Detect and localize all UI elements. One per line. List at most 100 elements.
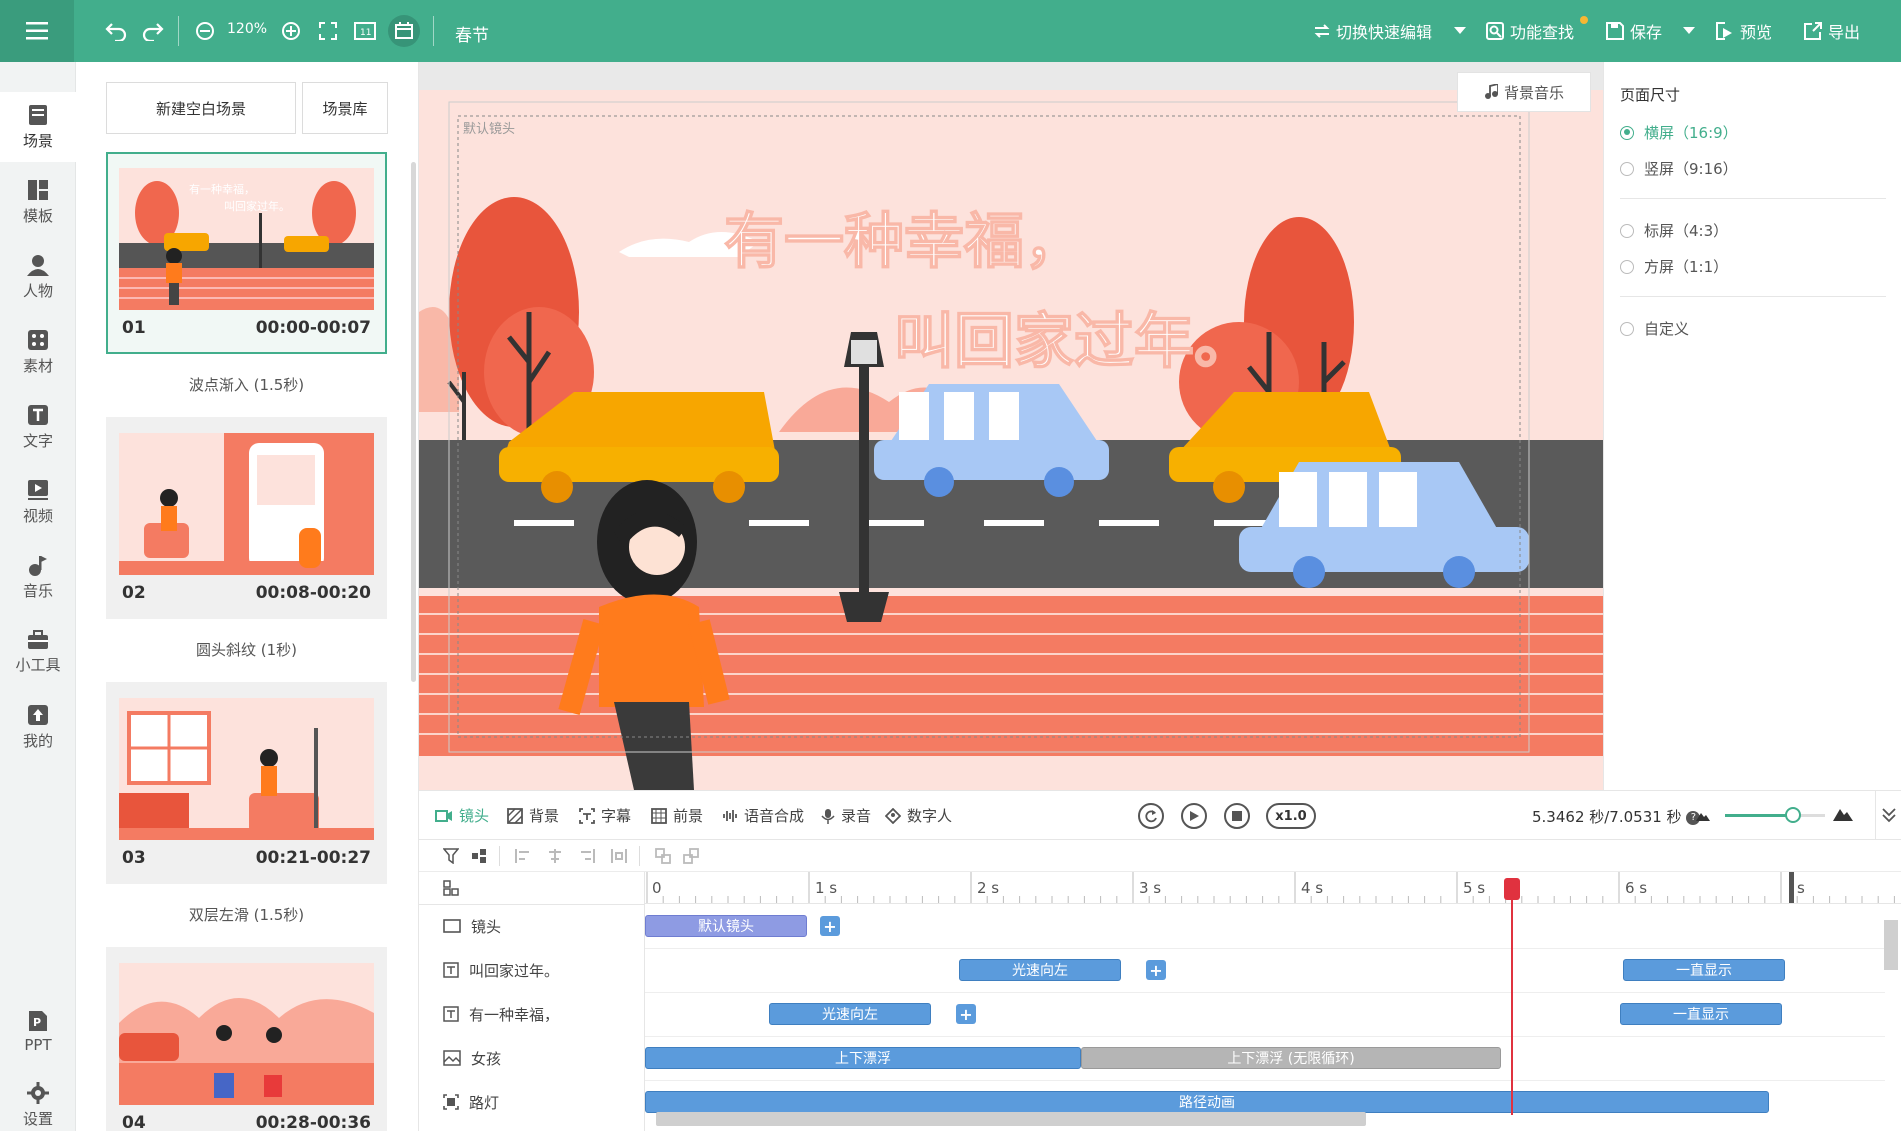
- group-icon[interactable]: [471, 848, 487, 868]
- tab-foreground[interactable]: 前景: [651, 805, 703, 826]
- page-size-option-portrait[interactable]: 竖屏（9:16）: [1620, 158, 1738, 179]
- fullscreen-icon[interactable]: [316, 19, 340, 43]
- track-name-text: 镜头: [471, 917, 502, 936]
- scene-transition-2[interactable]: 圆头斜纹 (1秒): [106, 639, 387, 660]
- zoom-slider-handle[interactable]: [1785, 807, 1801, 823]
- align-center-icon[interactable]: [547, 848, 563, 868]
- scene-transition-1[interactable]: 波点渐入 (1.5秒): [106, 374, 387, 395]
- zoom-out-icon[interactable]: [193, 19, 217, 43]
- zoom-in-mountain-icon[interactable]: [1833, 805, 1853, 825]
- playhead[interactable]: [1511, 878, 1513, 1115]
- redo-icon[interactable]: [141, 19, 165, 43]
- svg-text:有一种幸福，: 有一种幸福，: [189, 182, 255, 196]
- add-camera-keyframe-button[interactable]: +: [820, 916, 840, 936]
- replay-button[interactable]: [1138, 803, 1164, 829]
- title-line-2[interactable]: 叫回家过年。: [893, 306, 1255, 378]
- svg-text:11: 11: [360, 28, 371, 38]
- timeline-ruler[interactable]: 0 1 s 2 s 3 s 4 s 5 s 6 s s: [645, 872, 1901, 904]
- tab-camera[interactable]: 镜头: [435, 805, 489, 826]
- clip-text2-display[interactable]: 一直显示: [1620, 1003, 1782, 1025]
- add-text2-animation-button[interactable]: +: [956, 1004, 976, 1024]
- playback-speed-button[interactable]: x1.0: [1266, 803, 1316, 829]
- track-label-camera[interactable]: 镜头: [443, 904, 501, 948]
- chevron-down-icon[interactable]: [1448, 19, 1472, 43]
- end-marker[interactable]: [1789, 872, 1794, 903]
- timeline-horizontal-scrollbar[interactable]: [656, 1112, 1366, 1126]
- clip-girl-float-loop[interactable]: 上下漂浮 (无限循环): [1081, 1047, 1501, 1069]
- ruler-icon[interactable]: [388, 15, 420, 47]
- sidebar-item-settings[interactable]: 设置: [0, 1070, 76, 1140]
- page-size-option-square[interactable]: 方屏（1:1）: [1620, 256, 1728, 277]
- zoom-out-mountain-icon[interactable]: [1696, 809, 1710, 825]
- feature-search-button[interactable]: 功能查找: [1486, 18, 1574, 44]
- save-options-chevron-icon[interactable]: [1677, 19, 1701, 43]
- background-music-button[interactable]: 背景音乐: [1457, 72, 1591, 112]
- menu-button[interactable]: [0, 0, 74, 62]
- foreground-icon: [651, 807, 667, 824]
- ruler-label: s: [1797, 879, 1805, 897]
- scene-card-3[interactable]: 03 00:21-00:27: [106, 682, 387, 884]
- distribute-icon[interactable]: [611, 848, 627, 868]
- tab-background[interactable]: 背景: [507, 805, 559, 826]
- preview-button[interactable]: 预览: [1716, 18, 1772, 44]
- ruler-label: 5 s: [1463, 879, 1486, 897]
- scene-canvas[interactable]: 有一种幸福， 叫回家过年。: [419, 62, 1603, 790]
- save-button[interactable]: 保存: [1606, 18, 1662, 44]
- filter-icon[interactable]: [442, 848, 460, 868]
- sidebar-item-text[interactable]: 文字: [0, 392, 76, 462]
- align-right-icon[interactable]: [579, 848, 595, 868]
- clip-text1-enter[interactable]: 光速向左: [959, 959, 1121, 981]
- play-button[interactable]: [1181, 803, 1207, 829]
- clip-streetlamp-path[interactable]: 路径动画: [645, 1091, 1769, 1113]
- layer-up-icon[interactable]: [655, 848, 671, 868]
- playhead-handle[interactable]: [1504, 878, 1520, 900]
- sidebar-item-ppt[interactable]: P PPT: [0, 997, 76, 1067]
- scene-card-1[interactable]: 有一种幸福， 叫回家过年。 01 00:00-00:07: [106, 152, 387, 354]
- scene-card-4[interactable]: 04 00:28-00:36: [106, 947, 387, 1133]
- sidebar-item-scene[interactable]: 场景: [0, 92, 76, 162]
- page-size-option-custom[interactable]: 自定义: [1620, 318, 1689, 339]
- sidebar-item-mine[interactable]: 我的: [0, 692, 76, 762]
- track-label-girl[interactable]: 女孩: [443, 1036, 501, 1080]
- clip-default-camera[interactable]: 默认镜头: [645, 915, 807, 937]
- sidebar-item-music[interactable]: 音乐: [0, 542, 76, 612]
- tab-subtitle[interactable]: 字幕: [579, 805, 631, 826]
- switch-quick-edit-button[interactable]: 切换快速编辑: [1314, 18, 1432, 44]
- page-size-option-standard[interactable]: 标屏（4:3）: [1620, 220, 1728, 241]
- sidebar-item-toolbox[interactable]: 小工具: [0, 617, 76, 687]
- new-blank-scene-button[interactable]: 新建空白场景: [106, 82, 296, 134]
- tab-recording[interactable]: 录音: [821, 805, 871, 826]
- track-label-streetlamp[interactable]: 路灯: [443, 1080, 499, 1124]
- track-settings-icon[interactable]: [443, 880, 459, 900]
- add-text1-animation-button[interactable]: +: [1146, 960, 1166, 980]
- scene-library-button[interactable]: 场景库: [302, 82, 388, 134]
- sidebar-item-material[interactable]: 素材: [0, 317, 76, 387]
- zoom-in-icon[interactable]: [279, 19, 303, 43]
- sidebar-item-person[interactable]: 人物: [0, 242, 76, 312]
- track-label-text-1[interactable]: 叫回家过年。: [443, 948, 559, 992]
- track-label-text-2[interactable]: 有一种幸福，: [443, 992, 559, 1036]
- stop-button[interactable]: [1224, 803, 1250, 829]
- clip-text2-enter[interactable]: 光速向左: [769, 1003, 931, 1025]
- title-line-1[interactable]: 有一种幸福，: [723, 206, 1085, 278]
- scene-panel-scrollbar[interactable]: [411, 162, 416, 682]
- sidebar-item-template[interactable]: 模板: [0, 167, 76, 237]
- page-size-option-landscape[interactable]: 横屏（16:9）: [1620, 122, 1738, 143]
- hamburger-icon: [26, 22, 48, 40]
- scene-transition-3[interactable]: 双层左滑 (1.5秒): [106, 904, 387, 925]
- tab-voice-synthesis[interactable]: 语音合成: [722, 805, 804, 826]
- scene-card-2[interactable]: 02 00:08-00:20: [106, 417, 387, 619]
- clip-girl-float[interactable]: 上下漂浮: [645, 1047, 1081, 1069]
- zoom-slider-track[interactable]: [1725, 814, 1825, 817]
- tab-digital-human[interactable]: 数字人: [885, 805, 952, 826]
- layer-down-icon[interactable]: [683, 848, 699, 868]
- export-button[interactable]: 导出: [1804, 18, 1860, 44]
- project-name[interactable]: 春节: [455, 21, 489, 46]
- actual-size-icon[interactable]: 11: [353, 19, 377, 43]
- align-left-icon[interactable]: [515, 848, 531, 868]
- timeline-vertical-scrollbar[interactable]: [1884, 920, 1898, 970]
- clip-text1-display[interactable]: 一直显示: [1623, 959, 1785, 981]
- sidebar-item-video[interactable]: 视频: [0, 467, 76, 537]
- undo-icon[interactable]: [104, 19, 128, 43]
- collapse-timeline-icon[interactable]: [1882, 807, 1896, 827]
